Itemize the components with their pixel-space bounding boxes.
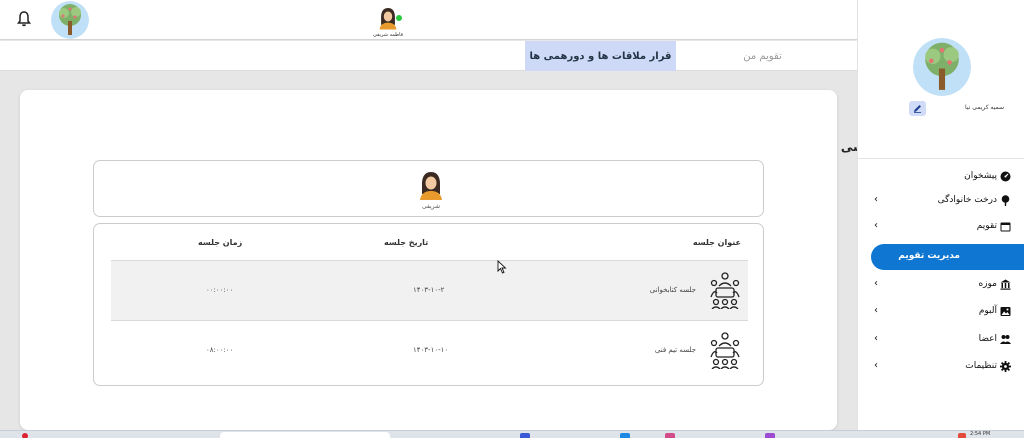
member-box: شریفی [93,160,764,217]
family-tree-logo[interactable] [51,1,89,39]
online-status-dot [396,15,402,21]
sidebar-item-label: اعضا [978,334,997,344]
tree-icon [1000,191,1011,206]
meeting-time: ۰۸:۰۰:۰۰ [206,346,234,354]
current-user-name: فاطمه شریفی [372,32,404,38]
calendar-icon [1000,217,1011,232]
sidebar-item-museum[interactable]: موزه ‹ [858,273,1024,297]
sidebar-item-album[interactable]: آلبوم ‹ [858,300,1024,324]
meeting-icon [708,331,742,370]
taskbar-search-box[interactable] [220,432,390,438]
sidebar-item-dashboard[interactable]: پیشخوان [858,165,1024,189]
sidebar-item-label: آلبوم [978,306,997,316]
chevron-left-icon: ‹ [874,360,878,371]
sidebar-item-family-tree[interactable]: درخت خانوادگی ‹ [858,189,1024,213]
sidebar-item-settings[interactable]: تنظیمات ‹ [858,355,1024,379]
taskbar-app-icon[interactable] [765,433,775,438]
table-row[interactable]: جلسه تیم فنی ۱۴۰۳-۱۰-۱۰ ۰۸:۰۰:۰۰ [111,320,748,380]
member-name: شریفی [421,203,441,210]
tab-my-calendar[interactable]: تقویم من [685,41,840,71]
tab-meetings[interactable]: قرار ملاقات ها و دورهمی ها [525,41,676,71]
members-icon [1000,330,1011,344]
top-bar: فاطمه شریفی [0,0,857,40]
column-header-time: زمان جلسه [198,238,243,247]
meeting-icon [708,271,742,310]
sidebar-item-calendar-management[interactable]: مدیریت تقویم [871,244,1024,270]
sidebar: سمیه کریمی نیا پیشخوان درخت خانوادگی ‹ ت… [857,0,1024,430]
museum-icon [1000,275,1011,290]
taskbar-app-icon[interactable] [665,433,675,438]
sidebar-item-label: پیشخوان [964,171,997,181]
chevron-left-icon: ‹ [874,194,878,205]
album-icon [1000,302,1011,316]
column-header-title: عنوان جلسه [692,238,741,247]
chevron-left-icon: ‹ [874,220,878,231]
meeting-date: ۱۴۰۳-۱۰-۲ [413,286,445,294]
pencil-icon [914,105,921,113]
chevron-left-icon: ‹ [874,305,878,316]
meetings-table: عنوان جلسه تاریخ جلسه زمان جلسه جلسه کتا… [93,223,764,386]
sidebar-item-label: تقویم [976,221,997,231]
sidebar-family-tree-logo[interactable] [913,38,971,96]
weather-icon[interactable] [22,433,28,438]
sidebar-item-label: مدیریت تقویم [898,251,960,261]
sidebar-item-label: تنظیمات [965,361,997,371]
sidebar-item-label: موزه [978,279,997,289]
meeting-title: جلسه کتابخوانی [649,286,696,294]
meeting-time: ۰۰:۰۰:۰۰ [206,286,234,294]
taskbar-app-icon[interactable] [620,433,630,438]
taskbar-app-icon[interactable] [958,433,966,438]
os-taskbar: 2:54 PM [0,430,1024,438]
taskbar-app-icon[interactable] [520,433,530,438]
chevron-left-icon: ‹ [874,333,878,344]
column-header-date: تاریخ جلسه [384,238,429,247]
user-avatar-icon [378,6,398,30]
current-user-avatar[interactable] [368,6,408,30]
sidebar-item-label: درخت خانوادگی [937,195,997,205]
mouse-cursor-icon [497,259,507,274]
taskbar-clock[interactable]: 2:54 PM [970,431,990,437]
dashboard-icon [1000,167,1011,182]
sidebar-divider [858,158,1024,159]
notification-bell-icon[interactable] [16,10,32,28]
sidebar-user-name: سمیه کریمی نیا [965,104,1004,111]
table-row[interactable]: جلسه کتابخوانی ۱۴۰۳-۱۰-۲ ۰۰:۰۰:۰۰ [111,260,748,320]
edit-profile-button[interactable] [909,101,926,116]
tab-strip: قرار ملاقات ها و دورهمی ها تقویم من [0,41,857,71]
member-avatar-icon[interactable] [418,170,444,200]
meeting-title: جلسه تیم فنی [654,346,696,354]
sidebar-item-members[interactable]: اعضا ‹ [858,328,1024,352]
meeting-date: ۱۴۰۳-۱۰-۱۰ [413,346,449,354]
sidebar-item-calendar[interactable]: تقویم ‹ [858,215,1024,239]
chevron-left-icon: ‹ [874,278,878,289]
gear-icon [1000,357,1011,372]
